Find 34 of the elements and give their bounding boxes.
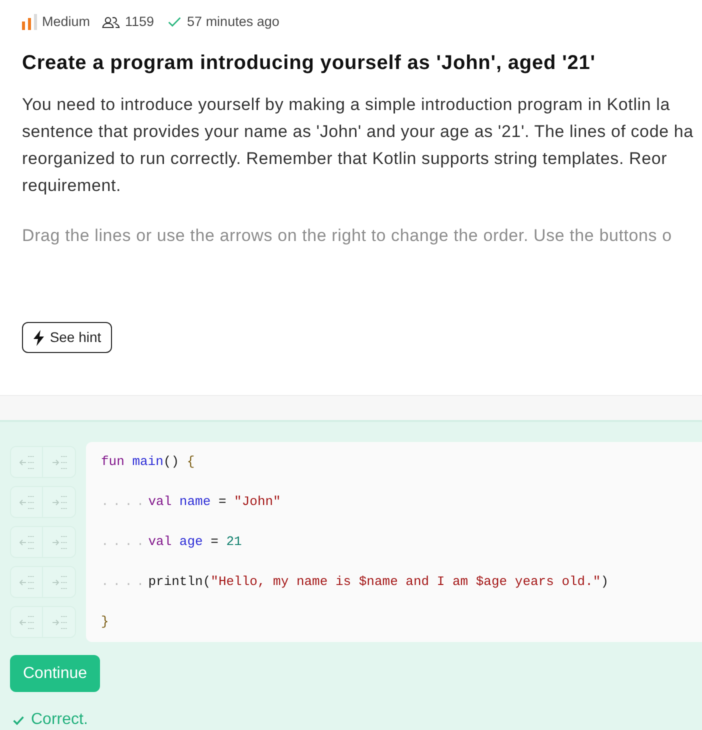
indent-dots: .... [101, 493, 148, 512]
task-title: Create a program introducing yourself as 'John', aged '21' [22, 51, 596, 76]
outdent-button[interactable] [11, 567, 44, 597]
outdent-icon [19, 496, 34, 508]
indent-icon [52, 456, 66, 468]
code-line[interactable]: val name = "John" [148, 492, 281, 512]
outdent-icon [19, 456, 34, 468]
outdent-button[interactable] [11, 447, 44, 477]
code-line[interactable]: val age = 21 [148, 532, 242, 552]
indent-icon [52, 576, 66, 588]
indent-icon [52, 496, 66, 508]
outdent-icon [19, 536, 34, 548]
outdent-icon [19, 616, 34, 628]
users-icon [102, 16, 120, 28]
indent-dots: .... [101, 533, 148, 552]
learners-count: 1159 [125, 12, 154, 31]
result-message: Correct. [31, 710, 88, 730]
see-hint-button[interactable]: See hint [22, 322, 112, 353]
task-description: You need to introduce yourself by making a simple introduction program in Kotlin la sentence that provides your name as 'John' and your age as '21'. The lines of code ha reorganized to run correctly. Remember that Kotlin supports string templates. Reor requirement. [22, 94, 694, 197]
instruction-text: Drag the lines or use the arrows on the right to change the order. Use the buttons o [22, 225, 672, 247]
lightning-icon [32, 330, 45, 346]
outdent-icon [19, 576, 34, 588]
code-line[interactable]: fun main() { [101, 452, 195, 472]
code-line[interactable]: println("Hello, my name is $name and I am $age years old.") [148, 572, 609, 592]
difficulty-label: Medium [42, 12, 90, 31]
indent-icon [52, 616, 66, 628]
outdent-button[interactable] [11, 487, 44, 517]
outdent-button[interactable] [11, 527, 44, 557]
indent-icon [52, 536, 66, 548]
solved-time: 57 minutes ago [187, 12, 280, 31]
outdent-button[interactable] [11, 607, 44, 637]
code-line[interactable]: } [101, 612, 109, 632]
indent-dots: .... [101, 573, 148, 592]
check-icon [168, 17, 182, 27]
